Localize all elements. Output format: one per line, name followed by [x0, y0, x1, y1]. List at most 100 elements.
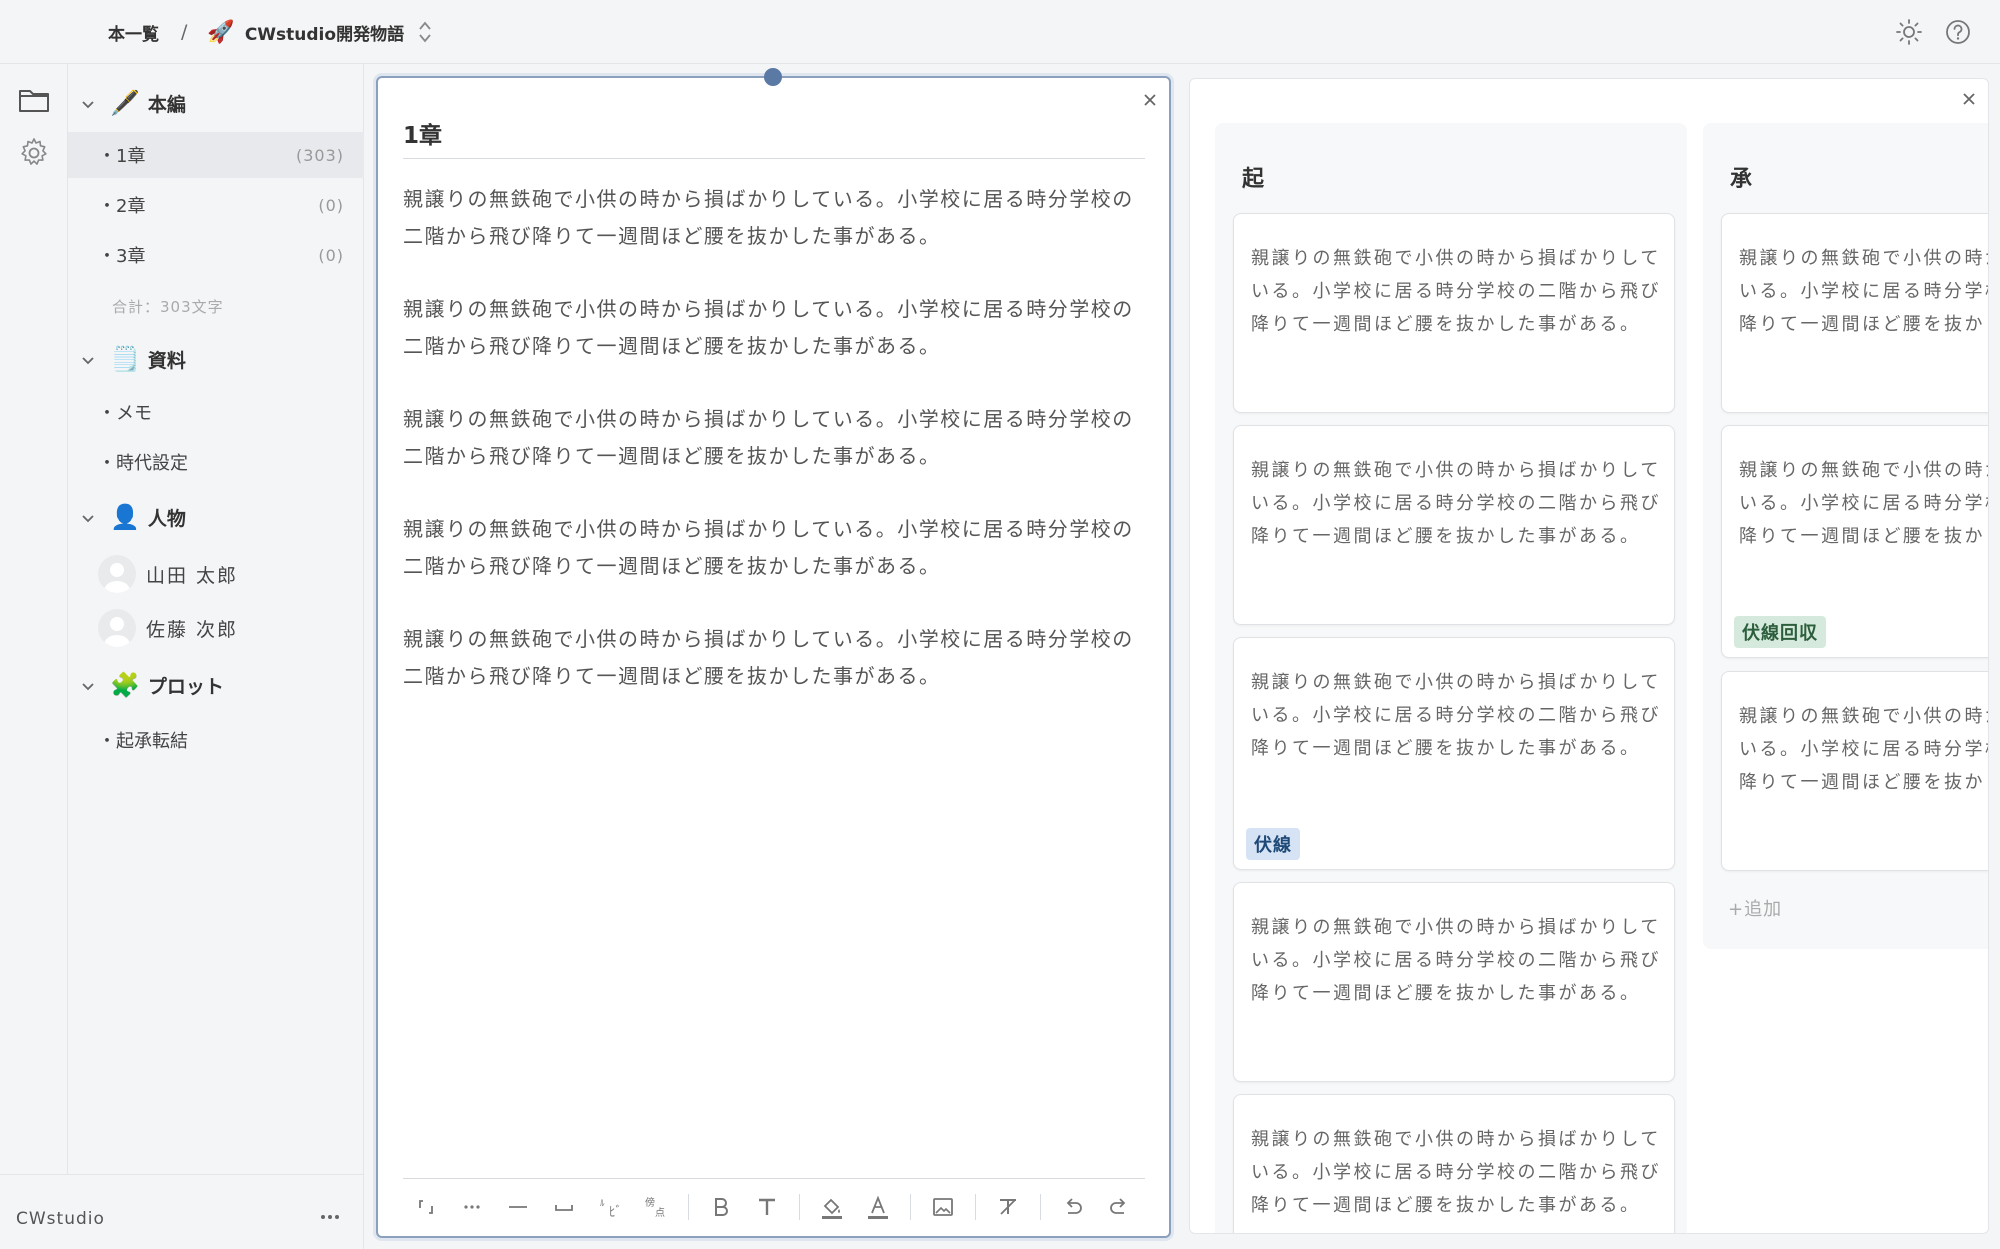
- rocket-icon: 🚀: [207, 19, 235, 45]
- gear-icon[interactable]: [17, 136, 51, 170]
- more-icon[interactable]: [318, 1205, 342, 1229]
- section-main-story[interactable]: 🖋️ 本編: [80, 88, 186, 118]
- space-button[interactable]: [541, 1184, 587, 1230]
- project-name[interactable]: CWstudio開発物語: [245, 20, 404, 45]
- ruby-button[interactable]: ﾙ ﾋﾞ: [587, 1184, 633, 1230]
- section-plot[interactable]: 🧩 プロット: [80, 670, 224, 700]
- column-title: 承: [1730, 167, 1753, 192]
- plot-card[interactable]: 親譲りの無鉄砲で小供の時から損ばかりしている。小学校に居る時分学校の二階から飛び…: [1233, 213, 1675, 413]
- section-materials[interactable]: 🗒️ 資料: [80, 344, 186, 374]
- section-label: 本編: [147, 93, 186, 116]
- image-icon[interactable]: [920, 1184, 966, 1230]
- chapter-label: ・3章: [98, 246, 146, 267]
- sidebar-item-memo[interactable]: ・メモ: [68, 389, 364, 435]
- svg-text:ﾋﾞ: ﾋﾞ: [609, 1205, 622, 1220]
- sidebar-item-chapter-1[interactable]: ・1章 (303): [68, 132, 364, 178]
- sidebar-item-character-sato[interactable]: 佐藤 次郎: [98, 609, 238, 647]
- bold-button[interactable]: [698, 1184, 744, 1230]
- toolbar-divider: [799, 1193, 800, 1220]
- highlight-color-icon[interactable]: [809, 1184, 855, 1230]
- plot-card[interactable]: 親譲りの無鉄砲で小供の時から損ばかりしている。小学校に居る時分学校の二階から飛び…: [1233, 425, 1675, 625]
- toolbar-divider: [975, 1193, 976, 1220]
- svg-text:ﾙ: ﾙ: [600, 1199, 605, 1209]
- material-label: ・メモ: [98, 403, 152, 424]
- chapter-editor-panel: 1章 親譲りの無鉄砲で小供の時から損ばかりしている。小学校に居る時分学校の二階か…: [376, 68, 1171, 1238]
- svg-text:傍: 傍: [645, 1196, 655, 1209]
- plot-board-panel: 起 親譲りの無鉄砲で小供の時から損ばかりしている。小学校に居る時分学校の二階から…: [1189, 78, 1989, 1234]
- bracket-button[interactable]: [403, 1184, 449, 1230]
- plot-column-ki: 起 親譲りの無鉄砲で小供の時から損ばかりしている。小学校に居る時分学校の二階から…: [1215, 123, 1687, 1233]
- chapter-count: (0): [318, 245, 344, 265]
- text-color-icon[interactable]: [855, 1184, 901, 1230]
- editor-text-area[interactable]: 親譲りの無鉄砲で小供の時から損ばかりしている。小学校に居る時分学校の二階から飛び…: [403, 181, 1153, 731]
- top-header: 本一覧 / 🚀 CWstudio開発物語: [0, 0, 2000, 64]
- chapter-title[interactable]: 1章: [403, 116, 442, 150]
- sidebar-item-era-setting[interactable]: ・時代設定: [68, 439, 364, 485]
- add-card-button[interactable]: +追加: [1728, 895, 1782, 921]
- folder-icon[interactable]: [17, 83, 51, 117]
- project-switch-icon[interactable]: [418, 19, 432, 45]
- column-title: 起: [1242, 167, 1265, 192]
- resize-handle[interactable]: [764, 68, 782, 86]
- notepad-icon: 🗒️: [110, 345, 140, 373]
- toolbar-divider: [688, 1193, 689, 1220]
- plot-card[interactable]: 親譲りの無鉄砲で小供の時から損ばかりしている。小学校に居る時分学校の二階から飛び…: [1721, 671, 1988, 871]
- emphasis-dots-button[interactable]: 傍点: [633, 1184, 679, 1230]
- ellipsis-button[interactable]: [449, 1184, 495, 1230]
- character-name: 山田 太郎: [146, 564, 239, 587]
- redo-icon[interactable]: [1096, 1184, 1142, 1230]
- close-icon[interactable]: [1959, 89, 1979, 109]
- section-characters[interactable]: 👤 人物: [80, 502, 186, 532]
- section-label: プロット: [147, 675, 224, 698]
- paragraph: 親譲りの無鉄砲で小供の時から損ばかりしている。小学校に居る時分学校の二階から飛び…: [403, 297, 1134, 358]
- puzzle-icon: 🧩: [110, 671, 140, 699]
- sidebar-item-chapter-3[interactable]: ・3章 (0): [68, 232, 364, 278]
- section-label: 資料: [147, 349, 186, 372]
- section-label: 人物: [147, 507, 186, 530]
- breadcrumb-separator: /: [181, 21, 188, 43]
- card-text: 親譲りの無鉄砲で小供の時から損ばかりしている。小学校に居る時分学校の二階から飛び…: [1739, 460, 1988, 547]
- plot-column-sho: 承 親譲りの無鉄砲で小供の時から損ばかりしている。小学校に居る時分学校の二階から…: [1703, 123, 1988, 949]
- font-size-button[interactable]: [744, 1184, 790, 1230]
- tag-foreshadowing-payoff: 伏線回収: [1734, 616, 1826, 648]
- chapter-label: ・1章: [98, 146, 146, 167]
- card-text: 親譲りの無鉄砲で小供の時から損ばかりしている。小学校に居る時分学校の二階から飛び…: [1251, 917, 1661, 1004]
- card-text: 親譲りの無鉄砲で小供の時から損ばかりしている。小学校に居る時分学校の二階から飛び…: [1251, 460, 1661, 547]
- pen-icon: 🖋️: [110, 89, 140, 117]
- plot-card[interactable]: 親譲りの無鉄砲で小供の時から損ばかりしている。小学校に居る時分学校の二階から飛び…: [1233, 1094, 1675, 1233]
- sidebar: 🖋️ 本編 ・1章 (303) ・2章 (0) ・3章 (0) 合計：303文字…: [68, 64, 364, 1174]
- avatar: [98, 555, 136, 593]
- plot-card[interactable]: 親譲りの無鉄砲で小供の時から損ばかりしている。小学校に居る時分学校の二階から飛び…: [1721, 425, 1988, 658]
- icon-rail: [0, 64, 68, 1174]
- card-text: 親譲りの無鉄砲で小供の時から損ばかりしている。小学校に居る時分学校の二階から飛び…: [1251, 672, 1661, 759]
- card-text: 親譲りの無鉄砲で小供の時から損ばかりしている。小学校に居る時分学校の二階から飛び…: [1739, 248, 1988, 335]
- chapter-label: ・2章: [98, 196, 146, 217]
- breadcrumb: 本一覧 / 🚀 CWstudio開発物語: [108, 0, 432, 64]
- paragraph: 親譲りの無鉄砲で小供の時から損ばかりしている。小学校に居る時分学校の二階から飛び…: [403, 517, 1134, 578]
- sidebar-item-chapter-2[interactable]: ・2章 (0): [68, 182, 364, 228]
- toolbar-divider: [1040, 1193, 1041, 1220]
- card-text: 親譲りの無鉄砲で小供の時から損ばかりしている。小学校に居る時分学校の二階から飛び…: [1739, 706, 1988, 793]
- close-icon[interactable]: [1140, 90, 1160, 110]
- undo-icon[interactable]: [1050, 1184, 1096, 1230]
- clear-format-icon[interactable]: [985, 1184, 1031, 1230]
- material-label: ・時代設定: [98, 453, 188, 474]
- chapter-count: (303): [295, 145, 344, 165]
- breadcrumb-book-list[interactable]: 本一覧: [108, 20, 159, 45]
- total-character-count: 合計：303文字: [112, 298, 224, 316]
- app-name: CWstudio: [16, 1209, 105, 1229]
- toolbar-divider: [910, 1193, 911, 1220]
- editor-toolbar: ﾙ ﾋﾞ 傍点: [403, 1178, 1145, 1234]
- chevron-down-icon: [80, 351, 96, 367]
- paragraph: 親譲りの無鉄砲で小供の時から損ばかりしている。小学校に居る時分学校の二階から飛び…: [403, 187, 1134, 248]
- dash-button[interactable]: [495, 1184, 541, 1230]
- plot-card[interactable]: 親譲りの無鉄砲で小供の時から損ばかりしている。小学校に居る時分学校の二階から飛び…: [1233, 637, 1675, 870]
- sidebar-item-character-yamada[interactable]: 山田 太郎: [98, 555, 238, 593]
- help-icon[interactable]: [1943, 17, 1973, 47]
- paragraph: 親譲りの無鉄砲で小供の時から損ばかりしている。小学校に居る時分学校の二階から飛び…: [403, 627, 1134, 688]
- theme-toggle-icon[interactable]: [1894, 17, 1924, 47]
- sidebar-item-kishotenketsu[interactable]: ・起承転結: [68, 717, 364, 763]
- chevron-down-icon: [80, 95, 96, 111]
- plot-card[interactable]: 親譲りの無鉄砲で小供の時から損ばかりしている。小学校に居る時分学校の二階から飛び…: [1233, 882, 1675, 1082]
- plot-card[interactable]: 親譲りの無鉄砲で小供の時から損ばかりしている。小学校に居る時分学校の二階から飛び…: [1721, 213, 1988, 413]
